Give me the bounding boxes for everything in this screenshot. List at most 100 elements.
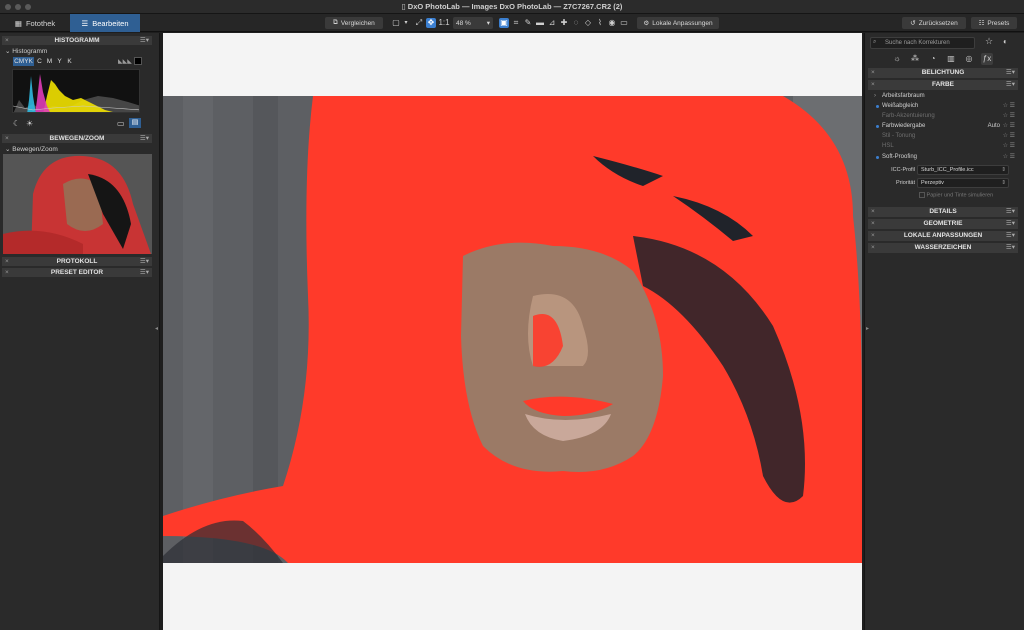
- section-geometrie[interactable]: × GEOMETRIE ☰▾: [868, 219, 1018, 229]
- star-icon[interactable]: ☆: [985, 36, 993, 47]
- close-icon[interactable]: ×: [5, 268, 9, 277]
- close-icon[interactable]: ×: [871, 68, 875, 78]
- channel-cmyk[interactable]: CMYK: [13, 57, 34, 66]
- zoom-1to1-button[interactable]: 1:1: [438, 18, 450, 28]
- panel-menu-icon[interactable]: ☰▾: [140, 134, 149, 143]
- panel-menu-icon[interactable]: ☰▾: [140, 268, 149, 277]
- move-tool-icon[interactable]: ✥: [426, 18, 436, 28]
- chevron-down-icon[interactable]: ▾: [401, 18, 411, 28]
- section-farbe[interactable]: × FARBE ☰▾: [868, 80, 1018, 90]
- local-adjustments-button[interactable]: ⚙ Lokale Anpassungen: [637, 17, 719, 29]
- redeye-icon[interactable]: ◌: [571, 18, 581, 28]
- undo-icon: ↺: [910, 20, 916, 27]
- panel-menu-icon[interactable]: ☰▾: [1006, 231, 1015, 241]
- perspective-icon[interactable]: ⊿: [547, 18, 557, 28]
- channel-c[interactable]: C: [35, 57, 44, 66]
- section-wasserzeichen[interactable]: × WASSERZEICHEN ☰▾: [868, 243, 1018, 253]
- favorite-icon[interactable]: ☆ ☰: [1003, 121, 1015, 131]
- item-stil-tonung[interactable]: Stil - Tonung ☆ ☰: [868, 131, 1018, 141]
- move-zoom-header[interactable]: × BEWEGEN/ZOOM ☰▾: [2, 134, 152, 143]
- item-arbeitsfarbraum[interactable]: › Arbeitsfarbraum: [868, 91, 1018, 101]
- section-details[interactable]: × DETAILS ☰▾: [868, 207, 1018, 217]
- close-icon[interactable]: ×: [871, 231, 875, 241]
- histogram-chart: [13, 74, 139, 112]
- tab-fotothek[interactable]: ▦ Fotothek: [0, 14, 70, 32]
- protocol-header[interactable]: × PROTOKOLL ☰▾: [2, 257, 152, 266]
- close-icon[interactable]: ×: [871, 243, 875, 253]
- photo-preview[interactable]: [163, 96, 862, 563]
- favorite-icon[interactable]: ☆ ☰: [1003, 111, 1015, 121]
- panel-menu-icon[interactable]: ☰▾: [1006, 219, 1015, 229]
- geometry-palette-icon[interactable]: ▥: [945, 53, 957, 65]
- favorite-icon[interactable]: ☆ ☰: [1003, 131, 1015, 141]
- item-soft-proofing[interactable]: Soft-Proofing ☆ ☰: [868, 152, 1018, 162]
- close-icon[interactable]: ×: [5, 134, 9, 143]
- clipping-icon[interactable]: ◣◣◣: [118, 58, 132, 65]
- panel-menu-icon[interactable]: ☰▾: [1006, 207, 1015, 217]
- close-icon[interactable]: ×: [5, 257, 9, 266]
- mask-icon[interactable]: ◇: [583, 18, 593, 28]
- crop-icon[interactable]: ⌗: [511, 18, 521, 28]
- priority-select[interactable]: Perzeptiv ⇕: [917, 178, 1009, 188]
- soft-proof-toggle-icon[interactable]: ▤: [129, 118, 141, 128]
- panel-menu-icon[interactable]: ☰▾: [1006, 68, 1015, 78]
- histogram-header[interactable]: × HISTOGRAMM ☰▾: [2, 36, 152, 45]
- item-weissabgleich[interactable]: Weißabgleich ☆ ☰: [868, 101, 1018, 111]
- tab-bearbeiten[interactable]: ☰ Bearbeiten: [70, 14, 140, 32]
- item-farb-akzentuierung[interactable]: Farb-Akzentuierung ☆ ☰: [868, 111, 1018, 121]
- panel-menu-icon[interactable]: ☰▾: [1006, 80, 1015, 90]
- panel-menu-icon[interactable]: ☰▾: [140, 257, 149, 266]
- fit-screen-icon[interactable]: ⤢: [414, 18, 424, 28]
- presets-button[interactable]: ☷ Presets: [971, 17, 1017, 29]
- reset-button[interactable]: ↺ Zurücksetzen: [902, 17, 966, 29]
- image-canvas[interactable]: [163, 33, 862, 630]
- horizon-icon[interactable]: ▬: [535, 18, 545, 28]
- channel-y[interactable]: Y: [55, 57, 64, 66]
- color-palette-icon[interactable]: ⁂: [909, 53, 921, 65]
- detail-palette-icon[interactable]: ◔: [927, 53, 939, 65]
- repair-icon[interactable]: ✚: [559, 18, 569, 28]
- light-palette-icon[interactable]: ☼: [891, 53, 903, 65]
- panel-menu-icon[interactable]: ☰▾: [140, 36, 149, 45]
- palette-icon-row: ☼ ⁂ ◔ ▥ ◎ ƒx: [865, 53, 1024, 65]
- channel-k[interactable]: K: [65, 57, 74, 66]
- monitor-icon[interactable]: ▭: [117, 119, 125, 128]
- histogram-subheader[interactable]: ⌄ Histogramm: [5, 47, 47, 55]
- eye-icon[interactable]: ◉: [607, 18, 617, 28]
- favorite-icon[interactable]: ☆ ☰: [1003, 152, 1015, 162]
- fx-palette-icon[interactable]: ƒx: [981, 53, 993, 65]
- close-icon[interactable]: ×: [5, 36, 9, 45]
- item-hsl[interactable]: HSL ☆ ☰: [868, 141, 1018, 151]
- channel-m[interactable]: M: [45, 57, 54, 66]
- display-mode-icon[interactable]: ▢: [391, 18, 401, 28]
- compare-button[interactable]: ⧉ Vergleichen: [325, 17, 383, 29]
- section-lokale-anpassungen[interactable]: × LOKALE ANPASSUNGEN ☰▾: [868, 231, 1018, 241]
- clipping-color-swatch[interactable]: [134, 57, 142, 65]
- close-icon[interactable]: ×: [871, 207, 875, 217]
- preset-editor-header[interactable]: × PRESET EDITOR ☰▾: [2, 268, 152, 277]
- panel-menu-icon[interactable]: ☰▾: [1006, 243, 1015, 253]
- before-after-icon[interactable]: ▭: [619, 18, 629, 28]
- sun-icon[interactable]: ☀: [26, 119, 33, 128]
- simulate-paper-ink-checkbox[interactable]: Papier und Tinte simulieren: [919, 192, 993, 198]
- favorite-icon[interactable]: ☆ ☰: [1003, 141, 1015, 151]
- toggle-icon[interactable]: ◐: [1003, 37, 1008, 46]
- gamut-warning-icon[interactable]: ▣: [499, 18, 509, 28]
- zoom-level-select[interactable]: 48 % ▾: [453, 17, 493, 29]
- brush-icon[interactable]: ⌇: [595, 18, 605, 28]
- eyedropper-icon[interactable]: ✎: [523, 18, 533, 28]
- section-belichtung[interactable]: × BELICHTUNG ☰▾: [868, 68, 1018, 78]
- moon-icon[interactable]: ☾: [13, 119, 20, 128]
- move-zoom-subheader[interactable]: ⌄ Bewegen/Zoom: [5, 145, 58, 153]
- icc-profile-select[interactable]: Sturb_ICC_Profile.icc ⇕: [917, 165, 1009, 175]
- collapse-left-icon[interactable]: ◂: [155, 325, 158, 332]
- close-icon[interactable]: ×: [871, 80, 875, 90]
- collapse-right-icon[interactable]: ▸: [866, 325, 869, 332]
- search-input[interactable]: Suche nach Korrekturen: [870, 37, 975, 49]
- item-farbwiedergabe[interactable]: Farbwiedergabe Auto ☆ ☰: [868, 121, 1018, 131]
- compare-icon: ⧉: [333, 19, 338, 26]
- navigator-thumbnail[interactable]: [3, 154, 152, 254]
- local-palette-icon[interactable]: ◎: [963, 53, 975, 65]
- favorite-icon[interactable]: ☆ ☰: [1003, 101, 1015, 111]
- close-icon[interactable]: ×: [871, 219, 875, 229]
